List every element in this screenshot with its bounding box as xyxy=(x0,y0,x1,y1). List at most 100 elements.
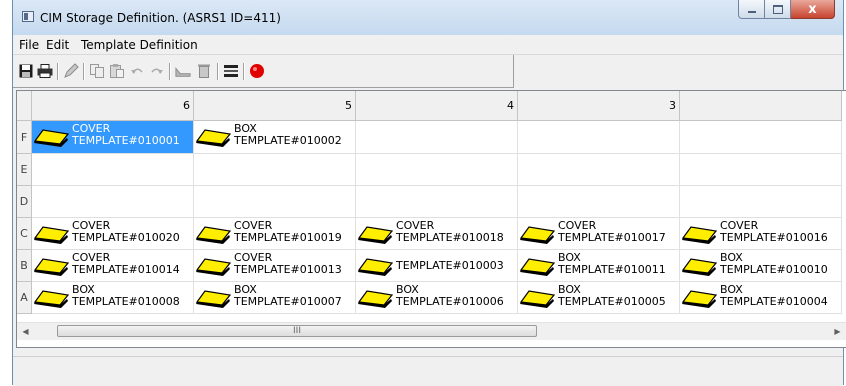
title-bar[interactable]: CIM Storage Definition. (ASRS1 ID=411) x xyxy=(13,0,843,35)
storage-cell[interactable]: COVER TEMPLATE#010020 xyxy=(32,218,194,250)
cell-label: COVER TEMPLATE#010017 xyxy=(558,220,666,244)
cell-label: COVER TEMPLATE#010001 xyxy=(72,123,180,147)
tray-icon xyxy=(519,223,556,245)
status-bar xyxy=(13,356,843,386)
cell-label: BOX TEMPLATE#010010 xyxy=(720,252,828,276)
cell-template-id: TEMPLATE#010006 xyxy=(396,295,504,308)
storage-cell[interactable]: COVER TEMPLATE#010017 xyxy=(518,218,680,250)
cell-template-id: TEMPLATE#010011 xyxy=(558,263,666,276)
grid-corner xyxy=(17,91,32,121)
column-header[interactable]: 6 xyxy=(32,91,194,121)
column-header[interactable]: 3 xyxy=(518,91,680,121)
column-header[interactable]: 4 xyxy=(356,91,518,121)
row-header[interactable]: E xyxy=(17,154,32,186)
menu-file[interactable]: File xyxy=(19,38,39,52)
storage-cell[interactable]: BOX TEMPLATE#010002 xyxy=(194,121,356,154)
storage-cell[interactable] xyxy=(194,186,356,218)
storage-grid: 6 5 4 3 F COVER TEMPLATE#010001 BOX TEMPLATE#010… xyxy=(16,90,846,348)
cell-template-id: TEMPLATE#010016 xyxy=(720,231,828,244)
tray-icon xyxy=(681,255,718,277)
copy-icon[interactable] xyxy=(89,63,105,79)
tray-icon xyxy=(519,287,556,309)
storage-cell[interactable]: BOX TEMPLATE#010005 xyxy=(518,282,680,314)
storage-cell[interactable]: BOX TEMPLATE#010011 xyxy=(518,250,680,282)
column-header[interactable]: 5 xyxy=(194,91,356,121)
storage-cell[interactable]: COVER TEMPLATE#010001 xyxy=(32,121,194,154)
storage-cell[interactable] xyxy=(518,186,680,218)
row-header[interactable]: C xyxy=(17,218,32,250)
column-header[interactable] xyxy=(680,91,842,121)
maximize-button[interactable] xyxy=(765,0,791,19)
save-icon[interactable] xyxy=(18,63,34,79)
tray-icon xyxy=(33,126,70,148)
storage-cell[interactable] xyxy=(518,154,680,186)
edit-icon[interactable] xyxy=(63,63,79,79)
storage-cell[interactable] xyxy=(32,186,194,218)
list-icon[interactable] xyxy=(223,63,239,79)
paste-icon[interactable] xyxy=(109,63,125,79)
cell-template-id: TEMPLATE#010007 xyxy=(234,295,342,308)
cell-label: BOX TEMPLATE#010006 xyxy=(396,284,504,308)
row-header[interactable]: D xyxy=(17,186,32,218)
cell-label: BOX TEMPLATE#010004 xyxy=(720,284,828,308)
storage-cell[interactable]: COVER TEMPLATE#010019 xyxy=(194,218,356,250)
storage-cell[interactable] xyxy=(680,186,842,218)
cell-template-id: TEMPLATE#010018 xyxy=(396,231,504,244)
storage-cell[interactable]: BOX TEMPLATE#010010 xyxy=(680,250,842,282)
horizontal-scrollbar[interactable]: ◀ III ▶ xyxy=(17,322,846,340)
storage-cell[interactable]: COVER TEMPLATE#010014 xyxy=(32,250,194,282)
storage-cell[interactable]: COVER TEMPLATE#010016 xyxy=(680,218,842,250)
tray-icon xyxy=(195,255,232,277)
undo-icon[interactable] xyxy=(129,63,145,79)
storage-cell[interactable]: BOX TEMPLATE#010004 xyxy=(680,282,842,314)
storage-cell[interactable] xyxy=(194,154,356,186)
print-icon[interactable] xyxy=(37,63,53,79)
storage-cell[interactable] xyxy=(356,121,518,154)
scroll-thumb[interactable]: III xyxy=(57,325,537,337)
storage-cell[interactable] xyxy=(518,121,680,154)
cell-template-id: TEMPLATE#010003 xyxy=(396,259,504,272)
delete-icon[interactable] xyxy=(196,63,212,79)
storage-cell[interactable]: COVER TEMPLATE#010013 xyxy=(194,250,356,282)
storage-cell[interactable]: COVER TEMPLATE#010018 xyxy=(356,218,518,250)
toolbar xyxy=(13,55,514,88)
row-header[interactable]: F xyxy=(17,121,32,154)
cell-template-id: TEMPLATE#010014 xyxy=(72,263,180,276)
app-window-icon[interactable] xyxy=(22,11,34,22)
menu-bar: File Edit Template Definition xyxy=(13,35,843,55)
storage-cell[interactable] xyxy=(32,154,194,186)
storage-cell[interactable] xyxy=(356,186,518,218)
toolbar-separator xyxy=(57,63,59,80)
cell-label: COVER TEMPLATE#010018 xyxy=(396,220,504,244)
tray-icon xyxy=(195,287,232,309)
storage-cell[interactable] xyxy=(680,121,842,154)
cell-template-id: TEMPLATE#010001 xyxy=(72,134,180,147)
redo-icon[interactable] xyxy=(149,63,165,79)
storage-cell[interactable]: BOX TEMPLATE#010006 xyxy=(356,282,518,314)
scroll-left-icon[interactable]: ◀ xyxy=(17,323,34,340)
cell-label: TEMPLATE#010003 xyxy=(396,260,504,272)
menu-template-definition[interactable]: Template Definition xyxy=(81,38,198,52)
minimize-button[interactable] xyxy=(738,0,765,19)
tray-icon xyxy=(33,223,70,245)
tray-icon xyxy=(33,287,70,309)
record-icon[interactable] xyxy=(249,63,265,79)
storage-cell[interactable]: BOX TEMPLATE#010007 xyxy=(194,282,356,314)
row-header[interactable]: B xyxy=(17,250,32,282)
close-button[interactable]: x xyxy=(791,0,835,19)
storage-cell[interactable]: BOX TEMPLATE#010008 xyxy=(32,282,194,314)
cell-label: COVER TEMPLATE#010019 xyxy=(234,220,342,244)
tool-icon[interactable] xyxy=(175,63,191,79)
window-title: CIM Storage Definition. (ASRS1 ID=411) xyxy=(40,11,281,25)
app-window: CIM Storage Definition. (ASRS1 ID=411) x… xyxy=(12,0,846,386)
close-icon: x xyxy=(808,1,817,17)
row-header[interactable]: A xyxy=(17,282,32,314)
storage-cell[interactable]: TEMPLATE#010003 xyxy=(356,250,518,282)
menu-edit[interactable]: Edit xyxy=(46,38,69,52)
cell-template-id: TEMPLATE#010010 xyxy=(720,263,828,276)
storage-cell[interactable] xyxy=(680,154,842,186)
scroll-right-icon[interactable]: ▶ xyxy=(829,323,846,340)
cell-label: COVER TEMPLATE#010020 xyxy=(72,220,180,244)
storage-cell[interactable] xyxy=(356,154,518,186)
maximize-icon xyxy=(772,4,783,14)
